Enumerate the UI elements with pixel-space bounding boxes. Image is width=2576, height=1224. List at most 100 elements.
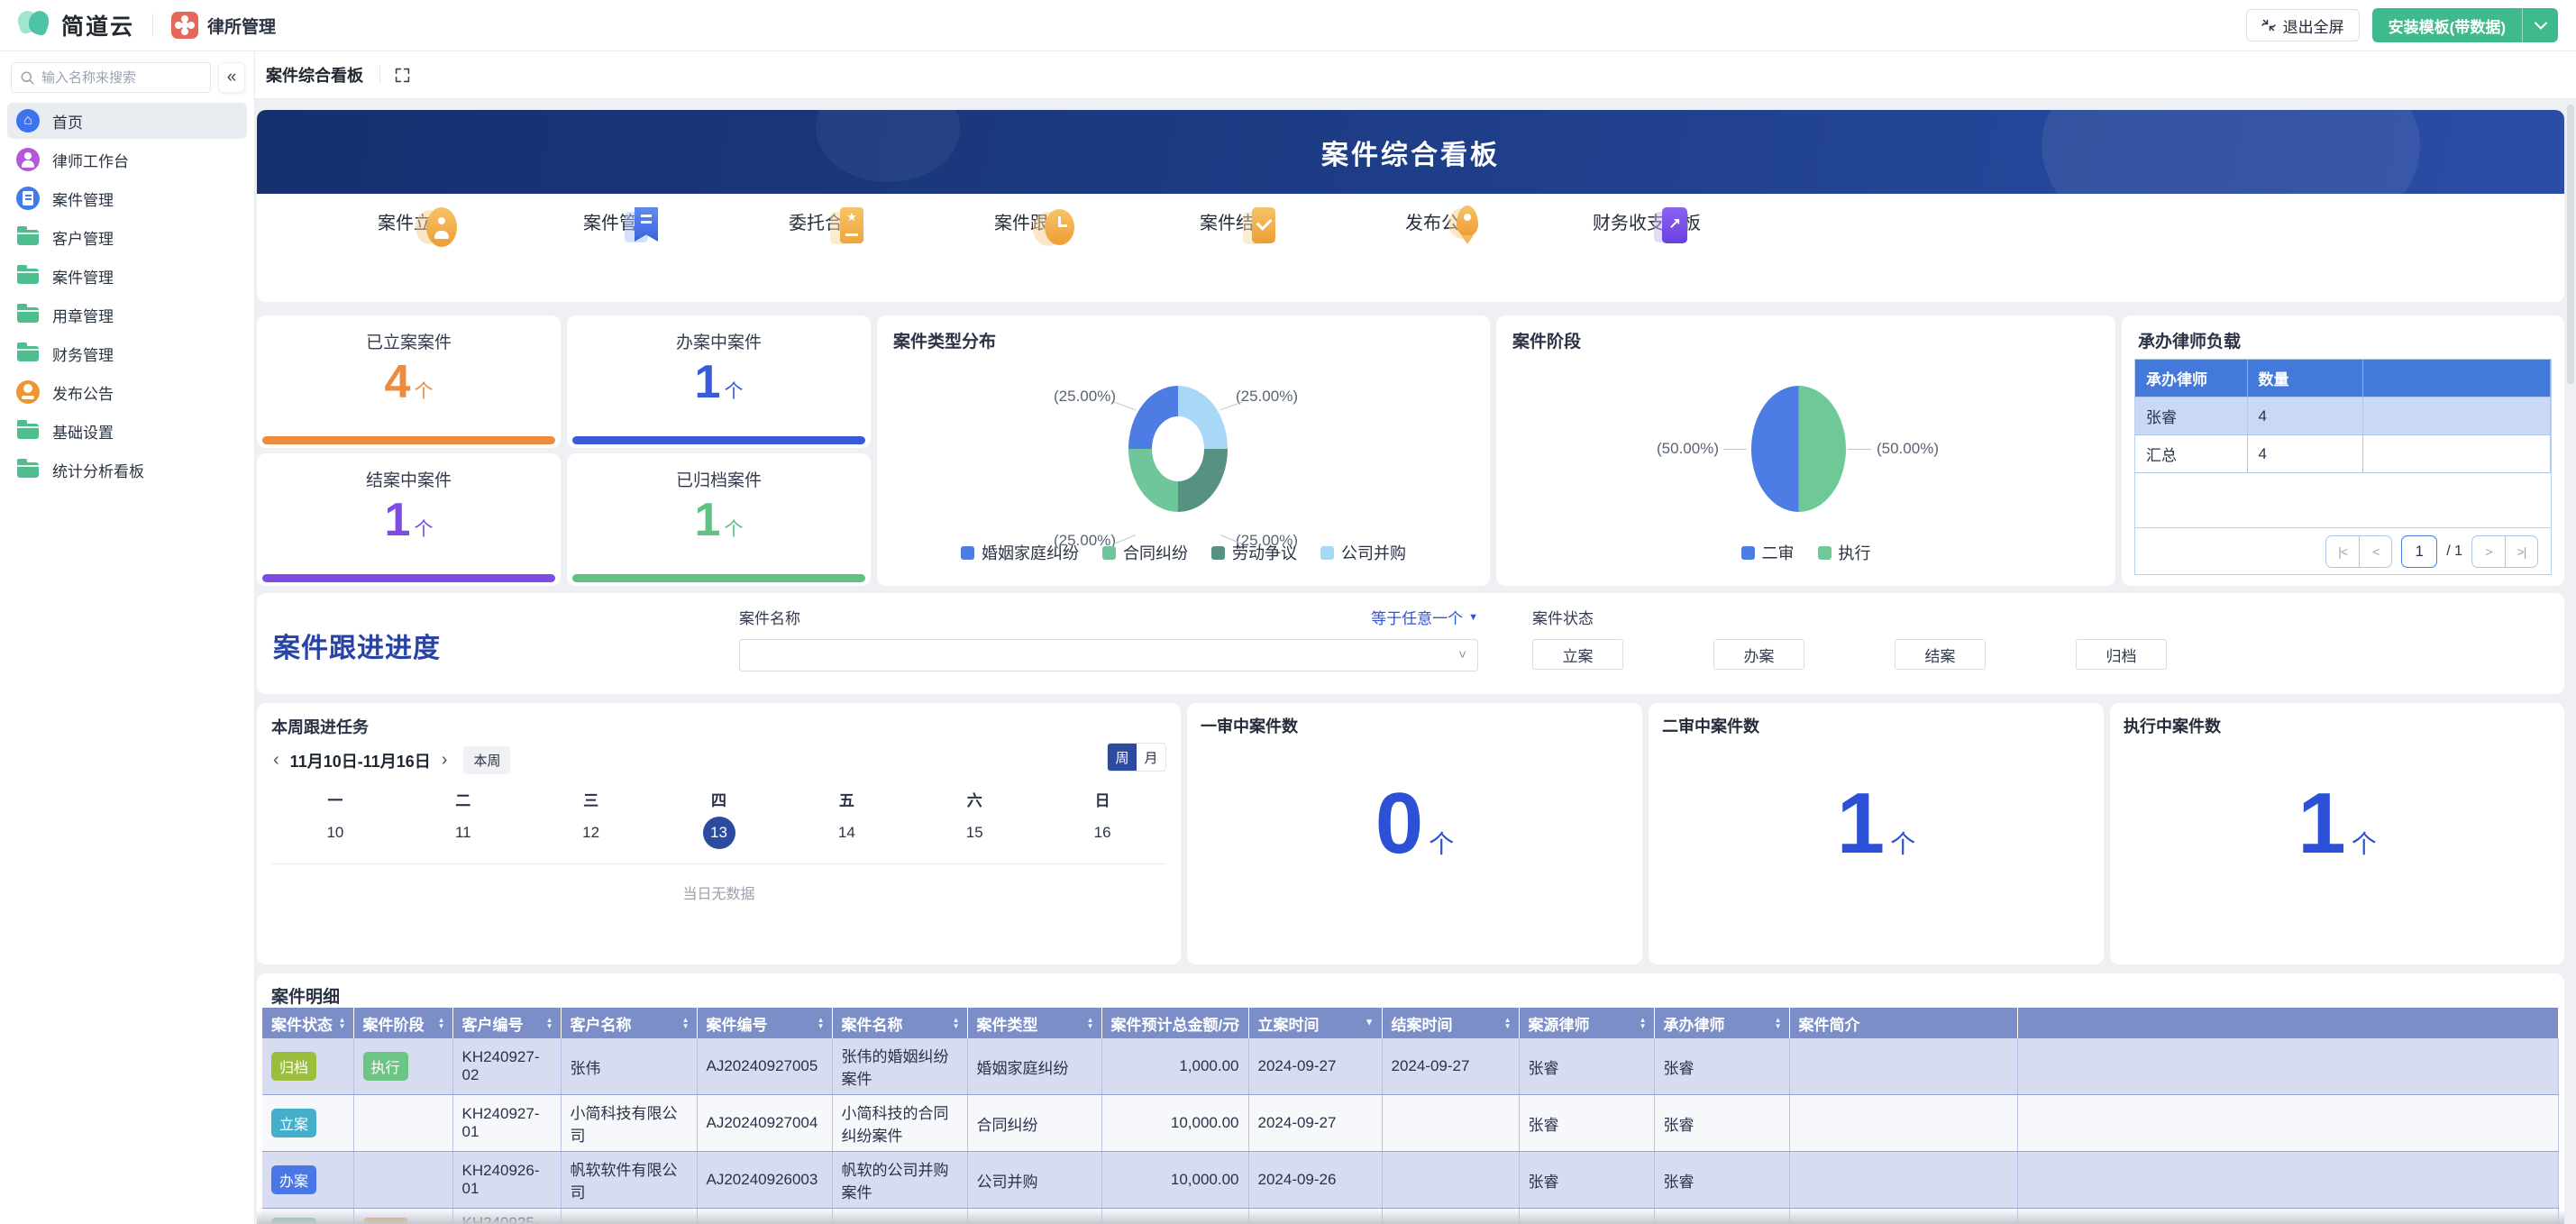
stat-bar xyxy=(262,574,555,582)
view-month-button[interactable]: 月 xyxy=(1137,744,1165,771)
stat-value: 1个 xyxy=(567,495,871,546)
col-case-brief[interactable]: 案件简介 xyxy=(1789,1008,2017,1038)
quick-link-contract[interactable]: 委托合同 xyxy=(722,203,927,234)
status-button-handling[interactable]: 办案 xyxy=(1713,639,1804,670)
sidebar-item-finance-management[interactable]: 财务管理 xyxy=(7,335,247,371)
sidebar-item-customer-management[interactable]: 客户管理 xyxy=(7,219,247,255)
col-closing-date[interactable]: 结案时间▲▼ xyxy=(1382,1008,1519,1038)
status-badge: 办案 xyxy=(271,1165,316,1194)
table-row[interactable]: 汇总 4 xyxy=(2135,435,2551,473)
col-case-status[interactable]: 案件状态▲▼ xyxy=(262,1008,353,1038)
status-badge: 立案 xyxy=(271,1109,316,1137)
sidebar-collapse-button[interactable]: « xyxy=(218,62,245,93)
counter-value: 1个 xyxy=(2110,781,2564,867)
donut-hole xyxy=(1152,416,1204,481)
install-template-button[interactable]: 安装模板(带数据) xyxy=(2372,8,2522,42)
exit-fullscreen-button[interactable]: 退出全屏 xyxy=(2246,9,2360,41)
jiandaoyun-logo[interactable]: 简道云 xyxy=(18,9,134,41)
table-row[interactable]: 立案 KH240927-01 小简科技有限公司 AJ20240927004 小简… xyxy=(262,1095,2559,1152)
no-data-text: 当日无数据 xyxy=(257,881,1181,903)
legend-item[interactable]: 执行 xyxy=(1818,541,1871,564)
col-customer-id[interactable]: 客户编号▲▼ xyxy=(452,1008,561,1038)
col-case-type[interactable]: 案件类型▲▼ xyxy=(967,1008,1101,1038)
stat-card-in-progress: 办案中案件 1个 xyxy=(567,315,871,448)
col-case-id[interactable]: 案件编号▲▼ xyxy=(697,1008,832,1038)
search-input[interactable] xyxy=(41,70,201,86)
sidebar-item-announcement[interactable]: 发布公告 xyxy=(7,374,247,410)
page-total: / 1 xyxy=(2446,543,2462,560)
page-last-button[interactable]: >| xyxy=(2505,536,2537,567)
sidebar-search[interactable] xyxy=(11,62,211,93)
case-stage-pie[interactable] xyxy=(1751,386,1846,512)
table-row[interactable]: 张睿 4 xyxy=(2135,397,2551,435)
page-prev-button[interactable]: < xyxy=(2359,536,2391,567)
calendar-date[interactable]: 15 xyxy=(910,817,1038,849)
sidebar-item-home[interactable]: 首页 xyxy=(7,103,247,139)
lawyer-load-card: 承办律师负载 承办律师 数量 张睿 4 汇总 4 xyxy=(2122,315,2564,586)
view-week-button[interactable]: 周 xyxy=(1108,744,1137,771)
calendar-date[interactable]: 12 xyxy=(527,817,655,849)
status-button-closing[interactable]: 结案 xyxy=(1895,639,1986,670)
install-template-dropdown[interactable] xyxy=(2522,8,2558,42)
sort-icon: ▲▼ xyxy=(1775,1017,1782,1029)
col-source-lawyer[interactable]: 案源律师▲▼ xyxy=(1519,1008,1654,1038)
legend-item[interactable]: 公司并购 xyxy=(1320,541,1406,564)
legend-item[interactable]: 二审 xyxy=(1741,541,1795,564)
sidebar-item-lawyer-workbench[interactable]: 律师工作台 xyxy=(7,142,247,178)
legend-item[interactable]: 婚姻家庭纠纷 xyxy=(961,541,1079,564)
logo-text: 简道云 xyxy=(61,9,134,41)
calendar-range: 11月10日-11月16日 xyxy=(290,749,431,772)
sidebar-item-case-management[interactable]: 案件管理 xyxy=(7,180,247,216)
divider xyxy=(379,66,380,84)
quick-link-case-close[interactable]: 案件结案 xyxy=(1133,203,1338,234)
sidebar-item-seal-management[interactable]: 用章管理 xyxy=(7,297,247,333)
filter-operator-link[interactable]: 等于任意一个▼ xyxy=(1371,606,1478,628)
table-row[interactable]: 办案 KH240926-01 帆软软件有限公司 AJ20240926003 帆软… xyxy=(262,1152,2559,1209)
col-filing-date[interactable]: 立案时间▼ xyxy=(1248,1008,1382,1038)
folder-icon xyxy=(17,462,39,478)
calendar-date[interactable]: 11 xyxy=(399,817,527,849)
quick-link-case-filing[interactable]: 案件立案 xyxy=(311,203,516,234)
case-type-chart-card: 案件类型分布 (25.00%) (25.00%) (25.00%) (25.00… xyxy=(877,315,1490,586)
case-name-select[interactable]: ˅ xyxy=(739,639,1478,671)
col-amount[interactable]: 案件预计总金额/元▲▼ xyxy=(1101,1008,1248,1038)
page-number-input[interactable]: 1 xyxy=(2401,535,2437,568)
status-button-filing[interactable]: 立案 xyxy=(1532,639,1623,670)
quick-link-case-manage[interactable]: 案件管理 xyxy=(516,203,722,234)
page-next-button[interactable]: > xyxy=(2472,536,2505,567)
quick-link-case-follow[interactable]: 案件跟进 xyxy=(927,203,1133,234)
sidebar-item-case-folder[interactable]: 案件管理 xyxy=(7,258,247,294)
calendar-date[interactable]: 10 xyxy=(271,817,399,849)
stage-badge: 执行 xyxy=(363,1052,408,1081)
vertical-scrollbar[interactable] xyxy=(2567,105,2574,1219)
calendar-date-selected[interactable]: 13 xyxy=(655,817,783,849)
quick-link-finance-board[interactable]: 财务收支看板 xyxy=(1544,203,1749,234)
announcement-icon xyxy=(16,380,40,404)
page-first-button[interactable]: |< xyxy=(2326,536,2359,567)
calendar-date[interactable]: 16 xyxy=(1038,817,1166,849)
col-case-stage[interactable]: 案件阶段▲▼ xyxy=(353,1008,452,1038)
counter-first-instance: 一审中案件数 0个 xyxy=(1187,703,1642,964)
sidebar-item-basic-settings[interactable]: 基础设置 xyxy=(7,413,247,449)
this-week-button[interactable]: 本周 xyxy=(463,746,510,774)
sort-icon: ▲▼ xyxy=(1087,1017,1094,1029)
sidebar-item-statistics-board[interactable]: 统计分析看板 xyxy=(7,452,247,488)
fullscreen-icon[interactable] xyxy=(395,68,410,83)
app-window: 简道云 律所管理 退出全屏 安装模板(带数据) xyxy=(0,0,2576,1224)
calendar-view-toggle: 周 月 xyxy=(1107,743,1166,772)
status-button-archive[interactable]: 归档 xyxy=(2076,639,2167,670)
col-customer-name[interactable]: 客户名称▲▼ xyxy=(561,1008,697,1038)
quick-link-announce[interactable]: 发布公告 xyxy=(1338,203,1544,234)
sort-icon: ▲▼ xyxy=(1640,1017,1647,1029)
calendar-next-icon[interactable]: › xyxy=(440,750,450,771)
col-case-name[interactable]: 案件名称▲▼ xyxy=(832,1008,967,1038)
counter-execution: 执行中案件数 1个 xyxy=(2110,703,2564,964)
table-row[interactable]: 归档 执行 KH240927-02 张伟 AJ20240927005 张伟的婚姻… xyxy=(262,1038,2559,1095)
calendar-prev-icon[interactable]: ‹ xyxy=(271,750,281,771)
calendar-date[interactable]: 14 xyxy=(782,817,910,849)
legend-item[interactable]: 劳动争议 xyxy=(1211,541,1297,564)
legend-item[interactable]: 合同纠纷 xyxy=(1102,541,1188,564)
dashboard-header-card: 案件综合看板 案件立案 案件管理 委托合同 案件跟进 案件结案 xyxy=(257,110,2564,302)
col-handling-lawyer[interactable]: 承办律师▲▼ xyxy=(1654,1008,1789,1038)
stat-card-archived: 已归档案件 1个 xyxy=(567,453,871,586)
